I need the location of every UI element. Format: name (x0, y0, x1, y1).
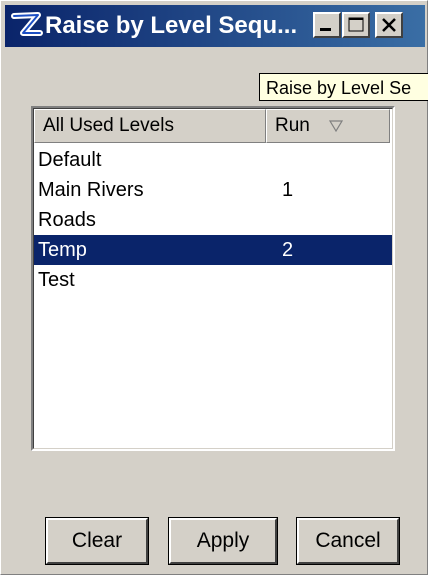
list-header: All Used Levels Run (34, 109, 392, 143)
run-value: 1 (282, 179, 294, 201)
column-header-run-label: Run (275, 115, 310, 136)
window-title: Raise by Level Sequ... (45, 12, 298, 39)
cancel-button[interactable]: Cancel (297, 518, 399, 564)
close-icon (382, 18, 396, 32)
apply-button[interactable]: Apply (169, 518, 277, 564)
run-value: 2 (282, 239, 294, 261)
list-item-test[interactable]: Test (34, 265, 392, 295)
title-bar[interactable]: Raise by Level Sequ... (5, 5, 425, 47)
tooltip: Raise by Level Se (259, 73, 428, 101)
level-name: Test (38, 269, 75, 291)
close-button[interactable] (375, 12, 403, 38)
level-name: Main Rivers (38, 179, 144, 201)
list-item-temp[interactable]: Temp 2 (34, 235, 392, 265)
sort-down-icon (329, 120, 343, 132)
level-name: Temp (38, 239, 87, 261)
microstation-app-icon (11, 11, 43, 41)
level-name: Roads (38, 209, 96, 231)
column-header-run[interactable]: Run (266, 109, 390, 143)
list-item-roads[interactable]: Roads (34, 205, 392, 235)
maximize-icon (348, 17, 364, 32)
level-name: Default (38, 149, 102, 171)
column-header-levels[interactable]: All Used Levels (34, 109, 266, 143)
minimize-icon (320, 28, 331, 31)
clear-button[interactable]: Clear (46, 518, 148, 564)
column-header-levels-label: All Used Levels (43, 115, 174, 136)
minimize-button[interactable] (313, 12, 341, 38)
levels-list[interactable]: All Used Levels Run Default Main Rivers … (31, 106, 395, 451)
list-item-default[interactable]: Default (34, 145, 392, 175)
dialog-window: Raise by Level Sequ... Raise by Level Se… (0, 0, 428, 575)
list-item-main-rivers[interactable]: Main Rivers 1 (34, 175, 392, 205)
maximize-button[interactable] (342, 12, 370, 38)
